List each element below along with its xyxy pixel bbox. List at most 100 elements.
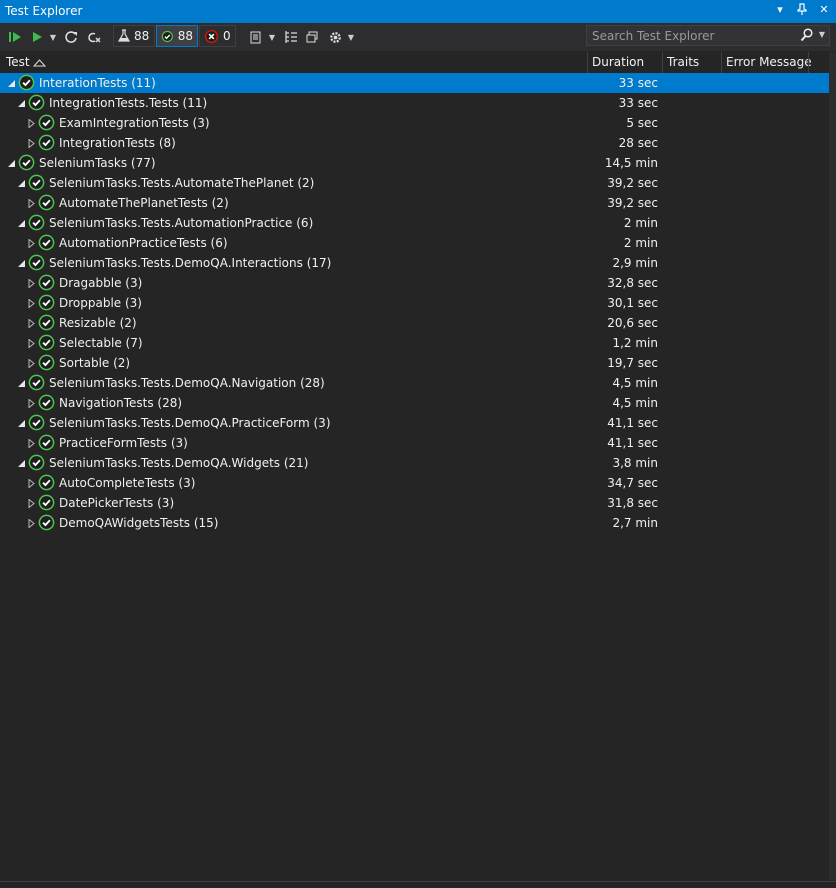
expanded-arrow-icon[interactable] <box>7 77 16 87</box>
run-all-button[interactable] <box>7 27 23 47</box>
passed-icon <box>38 434 55 451</box>
collapsed-arrow-icon[interactable] <box>27 357 36 369</box>
passed-icon <box>28 454 45 471</box>
tree-row[interactable]: Sortable (2) 19,7 sec <box>0 353 829 373</box>
tree-row-name: SeleniumTasks.Tests.AutomationPractice (… <box>49 216 314 230</box>
expanded-arrow-icon[interactable] <box>17 377 26 387</box>
settings-dropdown-button[interactable]: ▼ <box>347 27 355 47</box>
tree-row[interactable]: SeleniumTasks.Tests.DemoQA.Widgets (21) 3… <box>0 453 829 473</box>
passed-icon <box>28 414 45 431</box>
expanded-arrow-icon[interactable] <box>17 457 26 467</box>
tree-row[interactable]: IntegrationTests (8) 28 sec <box>0 133 829 153</box>
tree-row[interactable]: SeleniumTasks.Tests.DemoQA.PracticeForm … <box>0 413 829 433</box>
chevron-down-icon: ▼ <box>268 32 276 42</box>
tree-row[interactable]: SeleniumTasks.Tests.AutomationPractice (… <box>0 213 829 233</box>
passed-icon <box>28 214 45 231</box>
settings-button[interactable] <box>327 27 343 47</box>
refresh-button[interactable] <box>63 27 79 47</box>
run-button[interactable] <box>30 27 44 47</box>
hierarchy-icon <box>285 31 297 43</box>
search-placeholder: Search Test Explorer <box>592 29 715 43</box>
passed-icon <box>28 254 45 271</box>
failed-icon <box>204 29 219 43</box>
expanded-arrow-icon[interactable] <box>17 177 26 187</box>
column-test[interactable]: Test <box>6 55 30 69</box>
collapsed-arrow-icon[interactable] <box>27 237 36 249</box>
collapsed-arrow-icon[interactable] <box>27 437 36 449</box>
tree-row[interactable]: SeleniumTasks.Tests.DemoQA.Interactions … <box>0 253 829 273</box>
collapsed-arrow-icon[interactable] <box>27 337 36 349</box>
passed-icon <box>18 74 35 91</box>
collapsed-arrow-icon[interactable] <box>27 477 36 489</box>
tree-row-name: IntegrationTests.Tests (11) <box>49 96 208 110</box>
collapsed-arrow-icon[interactable] <box>27 137 36 149</box>
collapsed-arrow-icon[interactable] <box>27 197 36 209</box>
tree-row[interactable]: Droppable (3) 30,1 sec <box>0 293 829 313</box>
expanded-arrow-icon[interactable] <box>17 257 26 267</box>
window-controls: ▾ ✕ <box>774 3 830 18</box>
passed-icon <box>161 30 173 42</box>
tree-row[interactable]: Selectable (7) 1,2 min <box>0 333 829 353</box>
tree-row-name: AutoCompleteTests (3) <box>59 476 196 490</box>
tree-row-duration: 39,2 sec <box>607 196 658 210</box>
vertical-scrollbar[interactable] <box>829 52 836 880</box>
pin-icon[interactable] <box>796 3 808 18</box>
tree-row[interactable]: DatePickerTests (3) 31,8 sec <box>0 493 829 513</box>
search-icon[interactable] <box>800 28 813 45</box>
tree-row[interactable]: AutomateThePlanetTests (2) 39,2 sec <box>0 193 829 213</box>
search-input[interactable]: Search Test Explorer ▼ <box>586 25 830 46</box>
passed-icon <box>38 494 55 511</box>
collapsed-arrow-icon[interactable] <box>27 397 36 409</box>
filter-passed-count: 88 <box>177 29 193 43</box>
collapsed-arrow-icon[interactable] <box>27 277 36 289</box>
tree-row[interactable]: Dragabble (3) 32,8 sec <box>0 273 829 293</box>
search-dropdown-icon[interactable]: ▼ <box>819 30 825 39</box>
expanded-arrow-icon[interactable] <box>17 217 26 227</box>
tree-row[interactable]: SeleniumTasks.Tests.AutomateThePlanet (2… <box>0 173 829 193</box>
tree-row-duration: 28 sec <box>618 136 658 150</box>
collapse-all-button[interactable] <box>304 27 320 47</box>
playlist-button[interactable] <box>248 27 264 47</box>
passed-icon <box>38 394 55 411</box>
tree-row[interactable]: ExamIntegrationTests (3) 5 sec <box>0 113 829 133</box>
collapsed-arrow-icon[interactable] <box>27 297 36 309</box>
filter-passed-button[interactable]: 88 <box>156 25 198 47</box>
playlist-dropdown-button[interactable]: ▼ <box>268 27 276 47</box>
tree-row[interactable]: DemoQAWidgetsTests (15) 2,7 min <box>0 513 829 533</box>
expanded-arrow-icon[interactable] <box>17 97 26 107</box>
run-dropdown-button[interactable]: ▼ <box>49 27 57 47</box>
collapsed-arrow-icon[interactable] <box>27 497 36 509</box>
collapsed-arrow-icon[interactable] <box>27 517 36 529</box>
tree-row[interactable]: Resizable (2) 20,6 sec <box>0 313 829 333</box>
cancel-button[interactable] <box>86 27 102 47</box>
tree-row-duration: 34,7 sec <box>607 476 658 490</box>
expanded-arrow-icon[interactable] <box>17 417 26 427</box>
filter-failed-button[interactable]: 0 <box>199 25 236 47</box>
run-all-icon <box>9 32 21 42</box>
tree-row-duration: 3,8 min <box>612 456 658 470</box>
collapsed-arrow-icon[interactable] <box>27 117 36 129</box>
passed-icon <box>38 234 55 251</box>
column-duration[interactable]: Duration <box>592 55 644 69</box>
filter-failed-count: 0 <box>223 29 231 43</box>
tree-row[interactable]: AutoCompleteTests (3) 34,7 sec <box>0 473 829 493</box>
passed-icon <box>38 294 55 311</box>
tree-row-name: DemoQAWidgetsTests (15) <box>59 516 219 530</box>
expanded-arrow-icon[interactable] <box>7 157 16 167</box>
tree-row[interactable]: AutomationPracticeTests (6) 2 min <box>0 233 829 253</box>
tree-row-duration: 14,5 min <box>604 156 658 170</box>
tree-row[interactable]: InterationTests (11) 33 sec <box>0 73 829 93</box>
collapsed-arrow-icon[interactable] <box>27 317 36 329</box>
window-menu-dropdown-icon[interactable]: ▾ <box>774 3 786 18</box>
column-error-message[interactable]: Error Message <box>726 55 812 69</box>
tree-row[interactable]: IntegrationTests.Tests (11) 33 sec <box>0 93 829 113</box>
group-by-button[interactable] <box>283 27 299 47</box>
close-icon[interactable]: ✕ <box>818 3 830 18</box>
column-traits[interactable]: Traits <box>667 55 699 69</box>
filter-total-button[interactable]: 88 <box>113 25 155 47</box>
tree-row[interactable]: NavigationTests (28) 4,5 min <box>0 393 829 413</box>
tree-row[interactable]: PracticeFormTests (3) 41,1 sec <box>0 433 829 453</box>
tree-row[interactable]: SeleniumTasks (77) 14,5 min <box>0 153 829 173</box>
tree-row[interactable]: SeleniumTasks.Tests.DemoQA.Navigation (2… <box>0 373 829 393</box>
sort-ascending-icon[interactable] <box>32 56 47 70</box>
